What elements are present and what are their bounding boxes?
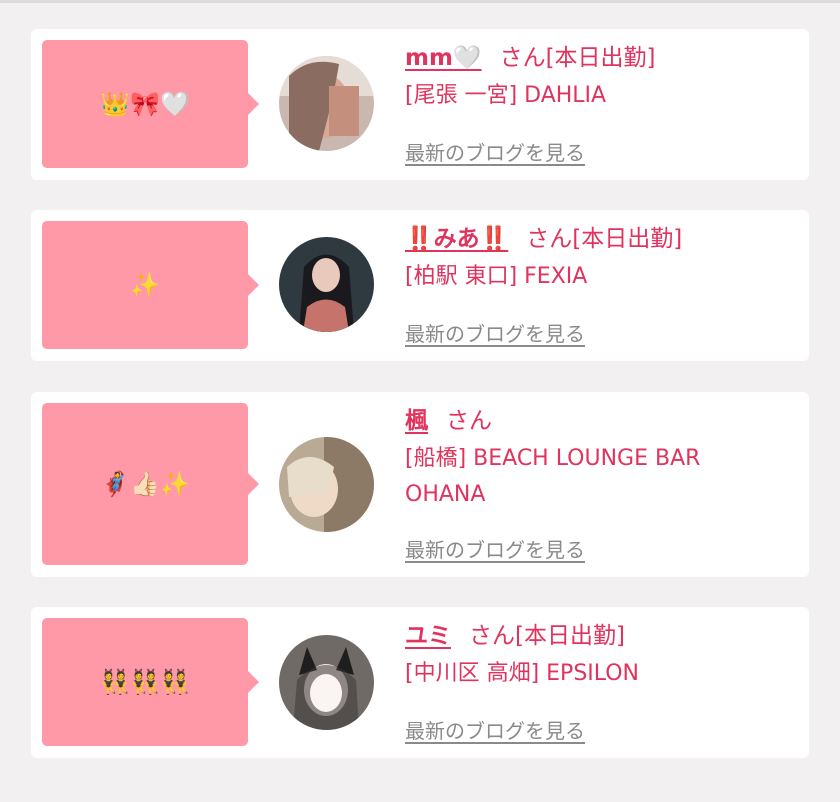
blog-link[interactable]: 最新のブログを見る	[405, 318, 585, 347]
comment-bubble: ✨	[42, 221, 259, 349]
cast-name-line: 楓さん	[405, 406, 785, 436]
blog-link[interactable]: 最新のブログを見る	[405, 534, 585, 563]
comment-emoji: 👑🎀🤍	[100, 90, 190, 118]
cast-name-line: ユミ さん[本日出勤]	[405, 621, 785, 651]
cast-name-link[interactable]: 楓	[405, 408, 428, 434]
cast-name-link[interactable]: ユミ	[405, 623, 451, 649]
blog-link[interactable]: 最新のブログを見る	[405, 715, 585, 744]
shop-name: [船橋] BEACH LOUNGE BAR OHANA	[405, 446, 701, 507]
avatar[interactable]	[279, 437, 374, 532]
cast-status: さん[本日出勤]	[526, 226, 683, 252]
cast-card: ✨ ‼️みあ‼️ さん[本日出勤] [柏駅 東口] FEXIA 最新のブログを見る	[31, 210, 809, 361]
shop-name: [尾張 一宮] DAHLIA	[405, 83, 607, 108]
cast-name-link[interactable]: mm🤍	[405, 45, 482, 71]
comment-bubble: 🦸👍🏻✨	[42, 403, 259, 565]
comment-emoji: 👯👯👯	[100, 668, 190, 696]
cast-name-line: mm🤍 さん[本日出勤]	[405, 43, 785, 73]
top-divider	[0, 0, 840, 3]
cast-card: 👯👯👯 ユミ さん[本日出勤] [中川区 高畑] EPSILON 最新のブログを見…	[31, 607, 809, 758]
cast-status: さん[本日出勤]	[469, 623, 625, 649]
cast-status: さん[本日出勤]	[499, 45, 656, 71]
cast-card: 👑🎀🤍 mm🤍 さん[本日出勤] [尾張 一宮] DAHLIA 最新のブログを見る	[31, 29, 809, 180]
avatar[interactable]	[279, 635, 374, 730]
cast-card: 🦸👍🏻✨ 楓さん [船橋] BEACH LOUNGE BAR OHANA 最新の…	[31, 392, 809, 577]
shop-name: [柏駅 東口] FEXIA	[405, 264, 588, 289]
comment-emoji: 🦸👍🏻✨	[100, 470, 190, 498]
cast-status: さん	[446, 408, 492, 434]
cast-name-line: ‼️みあ‼️ さん[本日出勤]	[405, 224, 785, 254]
cast-name-link[interactable]: ‼️みあ‼️	[405, 226, 508, 252]
comment-emoji: ✨	[130, 271, 160, 299]
shop-name: [中川区 高畑] EPSILON	[405, 661, 640, 686]
avatar[interactable]	[279, 56, 374, 151]
comment-bubble: 👑🎀🤍	[42, 40, 259, 168]
comment-bubble: 👯👯👯	[42, 618, 259, 746]
avatar[interactable]	[279, 237, 374, 332]
blog-link[interactable]: 最新のブログを見る	[405, 137, 585, 166]
